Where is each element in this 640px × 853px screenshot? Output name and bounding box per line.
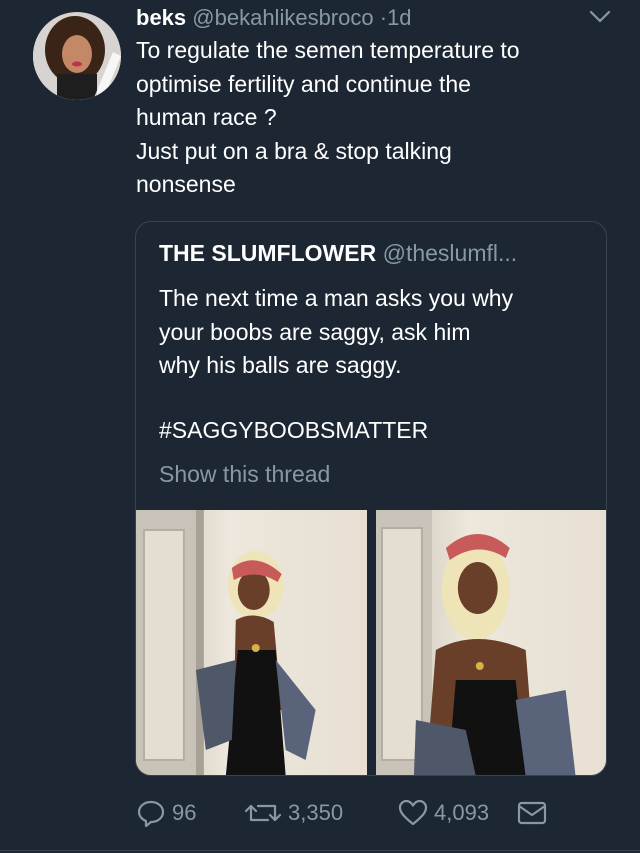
timestamp[interactable]: 1d <box>387 5 411 30</box>
media-photo-2[interactable] <box>375 510 606 775</box>
author-handle[interactable]: @bekahlikesbroco <box>192 5 373 30</box>
quoted-author-name: THE SLUMFLOWER <box>159 240 377 266</box>
quoted-tweet-text: The next time a man asks you why your bo… <box>159 282 589 383</box>
direct-message-button[interactable] <box>516 796 548 830</box>
avatar-image <box>33 12 121 100</box>
quoted-text-line: The next time a man asks you why <box>159 285 514 311</box>
retweet-icon <box>244 804 282 822</box>
show-thread-link[interactable]: Show this thread <box>159 459 330 489</box>
quoted-tweet-card[interactable]: THE SLUMFLOWER @theslumfl... The next ti… <box>135 221 607 776</box>
tweet-text-line: human race ? <box>136 104 277 130</box>
tweet-actions: 96 3,350 4,093 <box>136 796 576 832</box>
photo-image <box>136 510 316 775</box>
tweet-text-line: optimise fertility and continue the <box>136 70 471 97</box>
like-count: 4,093 <box>434 800 490 825</box>
tweet-text-line: nonsense <box>136 171 236 197</box>
quoted-author-handle: @theslumfl... <box>382 240 518 266</box>
media-photo-1[interactable] <box>136 510 367 775</box>
heart-icon <box>398 799 428 826</box>
like-button[interactable]: 4,093 <box>398 796 489 830</box>
reply-button[interactable]: 96 <box>136 796 196 830</box>
quoted-text-line: why his balls are saggy. <box>159 352 402 378</box>
quoted-tweet-header: THE SLUMFLOWER @theslumfl... <box>159 238 517 268</box>
separator: · <box>379 5 388 30</box>
retweet-count: 3,350 <box>288 800 344 825</box>
chevron-down-icon[interactable] <box>588 8 612 26</box>
divider <box>0 850 640 851</box>
hashtag[interactable]: #SAGGYBOOBSMATTER <box>159 415 428 445</box>
tweet-header: beks @bekahlikesbroco ·1d <box>136 4 620 32</box>
reply-icon <box>137 800 165 828</box>
photo-image <box>375 510 575 775</box>
tweet-text-line: Just put on a bra & stop talking <box>136 137 452 164</box>
tweet-text-line: To regulate the semen temperature to <box>136 37 520 63</box>
tweet-text: To regulate the semen temperature to opt… <box>136 34 616 202</box>
retweet-button[interactable]: 3,350 <box>244 796 343 830</box>
quoted-text-line: your boobs are saggy, ask him <box>159 318 471 345</box>
envelope-icon <box>517 801 547 825</box>
reply-count: 96 <box>172 800 197 825</box>
media-grid <box>136 510 606 775</box>
author-name[interactable]: beks <box>136 5 186 30</box>
avatar[interactable] <box>33 12 121 100</box>
